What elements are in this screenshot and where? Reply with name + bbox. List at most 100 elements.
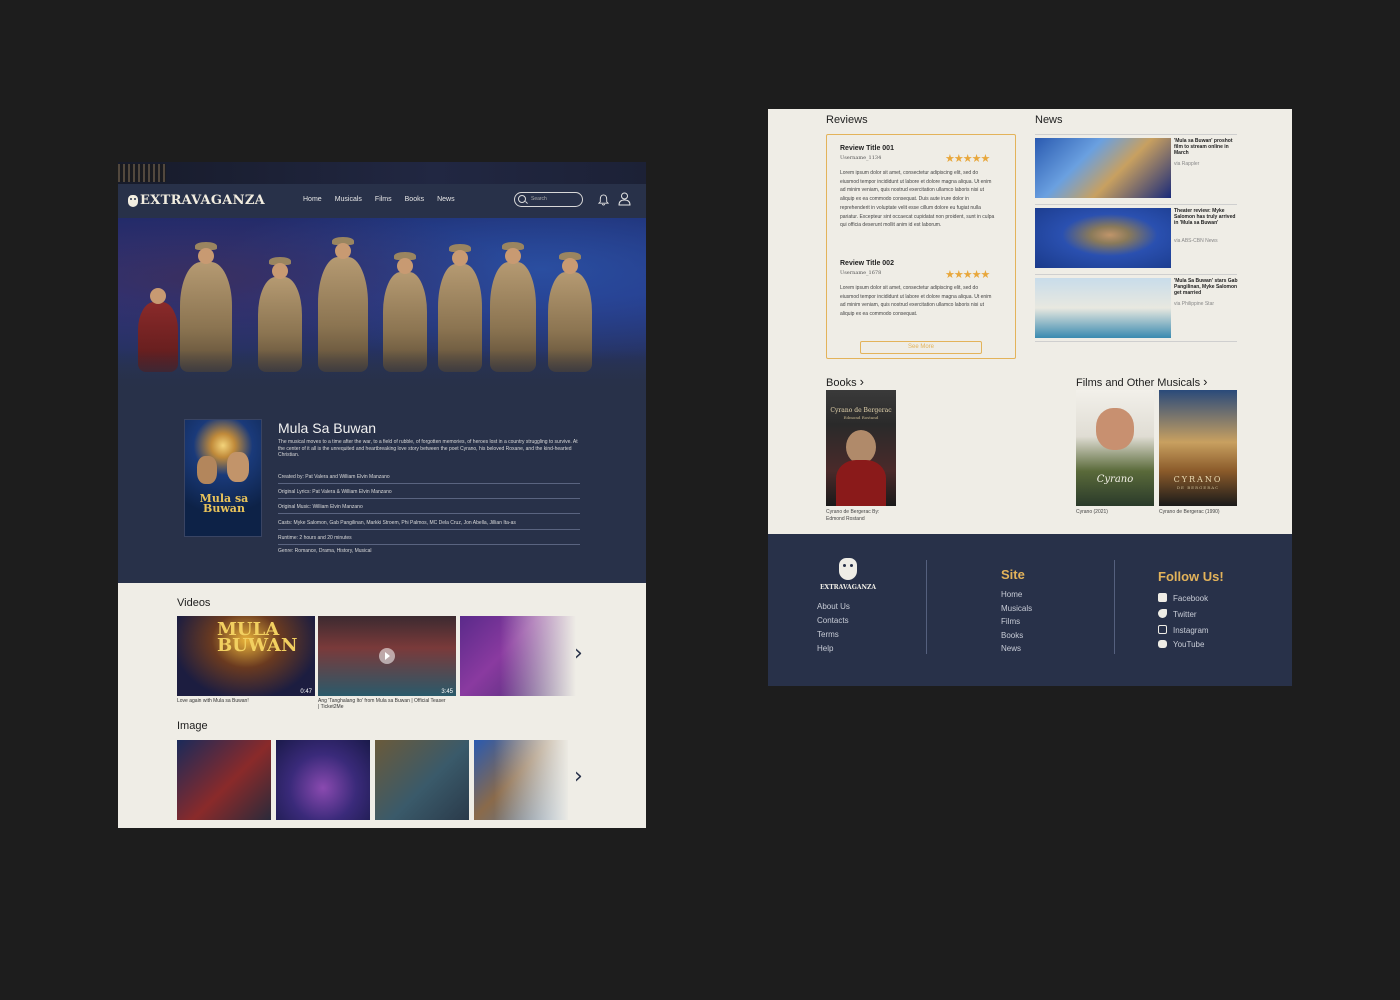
footer-site-home[interactable]: Home xyxy=(1001,590,1022,599)
site-heading: Site xyxy=(1001,567,1025,582)
video-thumbnail[interactable]: MULA BUWAN 0:47 xyxy=(177,616,315,696)
nav-musicals[interactable]: Musicals xyxy=(335,196,362,203)
review-title: Review Title 002 xyxy=(840,260,894,267)
news-item[interactable]: Theater review: Myke Salomon has truly a… xyxy=(1035,204,1238,268)
bell-icon[interactable] xyxy=(598,194,609,206)
see-more-button[interactable]: See More xyxy=(860,341,982,354)
search-icon xyxy=(518,195,526,203)
footer-site-news[interactable]: News xyxy=(1001,644,1021,653)
musical-description: The musical moves to a time after the wa… xyxy=(278,439,578,458)
footer-site-musicals[interactable]: Musicals xyxy=(1001,604,1032,613)
twitter-icon xyxy=(1158,609,1167,618)
gallery-image[interactable] xyxy=(375,740,469,820)
instagram-icon xyxy=(1158,625,1167,634)
review-rating-stars: ★★★★★ xyxy=(945,269,990,281)
footer-facebook[interactable]: Facebook xyxy=(1158,593,1208,603)
review-text: Lorem ipsum dolor sit amet, consectetur … xyxy=(840,170,995,229)
videos-heading: Videos xyxy=(177,597,211,609)
gallery-image[interactable] xyxy=(177,740,271,820)
footer-instagram[interactable]: Instagram xyxy=(1158,625,1209,635)
video-caption[interactable]: Love again with Mula sa Buwan! xyxy=(177,698,257,704)
footer-contacts[interactable]: Contacts xyxy=(817,616,849,625)
video-caption[interactable]: Ang 'Tanghalang Ito' from Mula sa Buwan … xyxy=(318,698,448,710)
news-item[interactable]: 'Mula Sa Buwan' stars Gab Pangilinan, My… xyxy=(1035,274,1238,342)
meta-music: Original Music: William Elvin Manzano xyxy=(278,504,580,514)
review-text: Lorem ipsum dolor sit amet, consectetur … xyxy=(840,285,992,318)
book-cover[interactable]: Cyrano de Bergerac Edmond Rostand xyxy=(826,390,896,506)
videos-next-chevron-icon[interactable]: › xyxy=(574,641,583,666)
images-next-chevron-icon[interactable]: › xyxy=(574,764,583,789)
details-page-artboard: Reviews Review Title 001 Username_1134 ★… xyxy=(768,109,1292,686)
review-username: Username_1134 xyxy=(840,155,882,161)
poster-title: Mula sa Buwan xyxy=(199,492,249,515)
meta-lyrics: Original Lyrics: Pat Valera & William El… xyxy=(278,489,580,499)
reviews-heading: Reviews xyxy=(826,114,868,126)
musical-title: Mula Sa Buwan xyxy=(278,420,377,436)
news-heading: News xyxy=(1035,114,1063,126)
footer-twitter[interactable]: Twitter xyxy=(1158,609,1197,619)
film-caption[interactable]: Cyrano (2021) xyxy=(1076,509,1154,516)
meta-created-by: Created by: Pat Valera and William Elvin… xyxy=(278,474,580,484)
review-title: Review Title 001 xyxy=(840,145,894,152)
reviews-card: Review Title 001 Username_1134 ★★★★★ Lor… xyxy=(826,134,1016,359)
news-image[interactable] xyxy=(1035,138,1171,198)
footer-brand-name: EXTRAVAGANZA xyxy=(819,584,877,591)
news-title[interactable]: Theater review: Myke Salomon has truly a… xyxy=(1174,208,1238,226)
nav-links: Home Musicals Films Books News xyxy=(303,196,455,203)
news-image[interactable] xyxy=(1035,208,1171,268)
video-duration: 3:45 xyxy=(441,689,453,695)
footer-terms[interactable]: Terms xyxy=(817,630,839,639)
nav-news[interactable]: News xyxy=(437,196,455,203)
nav-films[interactable]: Films xyxy=(375,196,392,203)
gallery-image[interactable] xyxy=(276,740,370,820)
brand-name: EXTRAVAGANZA xyxy=(140,193,266,208)
news-image[interactable] xyxy=(1035,278,1171,338)
news-source: via Rappler xyxy=(1174,161,1200,167)
review-username: Username_1678 xyxy=(840,270,882,276)
film-poster[interactable]: Cyrano xyxy=(1076,390,1154,506)
youtube-icon xyxy=(1158,640,1167,648)
footer-logo[interactable]: EXTRAVAGANZA xyxy=(816,558,880,591)
theater-mask-icon xyxy=(839,558,857,580)
news-source: via ABS-CBN News xyxy=(1174,238,1218,244)
chevron-right-icon: › xyxy=(859,374,864,389)
news-source: via Philippine Star xyxy=(1174,301,1215,307)
footer-site-books[interactable]: Books xyxy=(1001,631,1023,640)
search-input[interactable]: Search xyxy=(514,192,583,207)
meta-genre: Genre: Romance, Drama, History, Musical xyxy=(278,548,372,554)
follow-heading: Follow Us! xyxy=(1158,569,1224,584)
nav-home[interactable]: Home xyxy=(303,196,322,203)
review-rating-stars: ★★★★★ xyxy=(945,153,990,165)
musical-page-artboard: EXTRAVAGANZA Home Musicals Films Books N… xyxy=(118,162,646,828)
news-title[interactable]: 'Mula Sa Buwan' stars Gab Pangilinan, My… xyxy=(1174,278,1238,296)
hero-stage-photo xyxy=(118,218,646,390)
films-heading[interactable]: Films and Other Musicals › xyxy=(1076,374,1208,389)
nav-books[interactable]: Books xyxy=(405,196,424,203)
facebook-icon xyxy=(1158,593,1167,602)
play-icon[interactable] xyxy=(379,648,395,664)
image-heading: Image xyxy=(177,720,208,732)
theater-mask-icon xyxy=(128,194,138,207)
video-thumbnail[interactable]: 3:45 xyxy=(318,616,456,696)
video-thumbnail[interactable] xyxy=(460,616,580,696)
footer-about-us[interactable]: About Us xyxy=(817,602,850,611)
book-caption[interactable]: Cyrano de Bergerac By: Edmond Rostand xyxy=(826,509,896,522)
search-placeholder: Search xyxy=(531,196,547,202)
footer-help[interactable]: Help xyxy=(817,644,833,653)
user-icon[interactable] xyxy=(618,192,631,206)
gallery-image[interactable] xyxy=(474,740,568,820)
film-caption[interactable]: Cyrano de Bergerac (1990) xyxy=(1159,509,1244,516)
brand-logo[interactable]: EXTRAVAGANZA xyxy=(128,193,265,208)
video-duration: 0:47 xyxy=(300,689,312,695)
meta-runtime: Runtime: 2 hours and 20 minutes xyxy=(278,535,580,545)
news-title[interactable]: 'Mula sa Buwan' proshot film to stream o… xyxy=(1174,138,1238,156)
books-heading[interactable]: Books › xyxy=(826,374,864,389)
footer: EXTRAVAGANZA About Us Contacts Terms Hel… xyxy=(768,534,1292,686)
film-poster[interactable]: CYRANO DE BERGERAC xyxy=(1159,390,1237,506)
footer-site-films[interactable]: Films xyxy=(1001,617,1020,626)
news-item[interactable]: 'Mula sa Buwan' proshot film to stream o… xyxy=(1035,134,1238,198)
chevron-right-icon: › xyxy=(1203,374,1208,389)
musical-poster: Mula sa Buwan xyxy=(184,419,262,537)
media-section: Videos MULA BUWAN 0:47 Love again with Mu… xyxy=(118,583,646,828)
footer-youtube[interactable]: YouTube xyxy=(1158,640,1204,649)
